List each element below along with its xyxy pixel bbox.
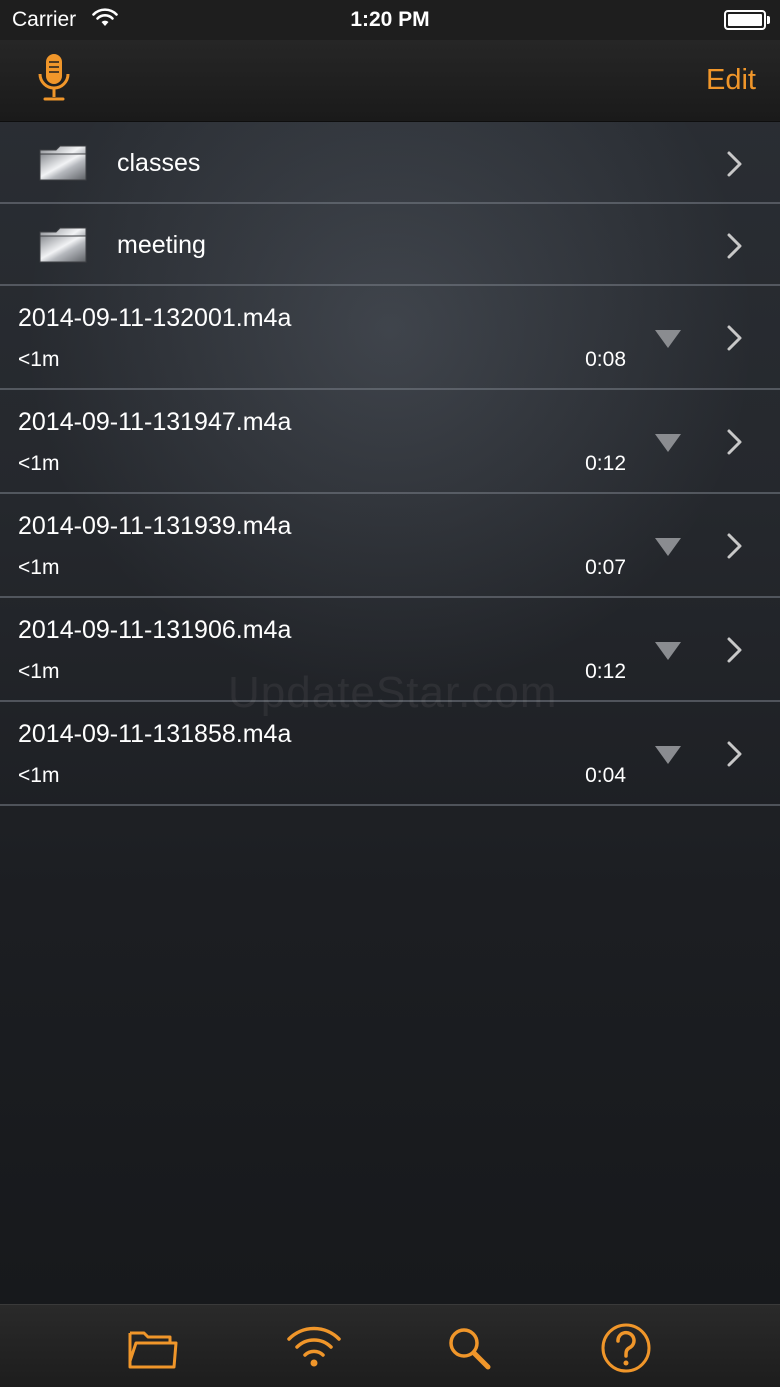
- chevron-right-icon[interactable]: [722, 231, 746, 261]
- recording-duration: 0:08: [585, 348, 626, 371]
- recording-duration: 0:07: [585, 556, 626, 579]
- recording-row[interactable]: 2014-09-11-132001.m4a <1m 0:08: [0, 286, 780, 390]
- wifi-icon[interactable]: [284, 1321, 344, 1375]
- recording-name: 2014-09-11-131906.m4a: [18, 616, 292, 644]
- recording-name: 2014-09-11-131939.m4a: [18, 512, 292, 540]
- chevron-right-icon[interactable]: [722, 149, 746, 179]
- expand-triangle-icon[interactable]: [654, 536, 682, 558]
- expand-triangle-icon[interactable]: [654, 744, 682, 766]
- chevron-right-icon[interactable]: [722, 739, 746, 769]
- folder-icon: [39, 145, 87, 181]
- expand-triangle-icon[interactable]: [654, 640, 682, 662]
- folder-name: classes: [117, 149, 201, 177]
- recording-row[interactable]: 2014-09-11-131939.m4a <1m 0:07: [0, 494, 780, 598]
- help-icon[interactable]: [596, 1321, 656, 1375]
- edit-button[interactable]: Edit: [706, 64, 756, 97]
- folder-name: meeting: [117, 231, 206, 259]
- expand-triangle-icon[interactable]: [654, 328, 682, 350]
- tab-bar: [0, 1304, 780, 1387]
- watermark-text: UpdateStar.com: [228, 668, 558, 717]
- microphone-icon[interactable]: [34, 52, 74, 104]
- status-time: 1:20 PM: [350, 8, 430, 31]
- expand-triangle-icon[interactable]: [654, 432, 682, 454]
- recording-size: <1m: [18, 348, 60, 371]
- recording-size: <1m: [18, 452, 60, 475]
- recording-duration: 0:12: [585, 452, 626, 475]
- recording-name: 2014-09-11-131858.m4a: [18, 720, 292, 748]
- recording-size: <1m: [18, 556, 60, 579]
- battery-icon: [724, 10, 770, 30]
- recording-duration: 0:04: [585, 764, 626, 787]
- folder-row-classes[interactable]: classes: [0, 122, 780, 204]
- navigation-bar: Edit: [0, 40, 780, 122]
- folder-icon[interactable]: [122, 1321, 182, 1375]
- chevron-right-icon[interactable]: [722, 427, 746, 457]
- app-screen: Carrier 1:20 PM Edit classes meeting 201…: [0, 0, 780, 1387]
- recording-duration: 0:12: [585, 660, 626, 683]
- status-bar: Carrier 1:20 PM: [0, 0, 780, 40]
- recording-size: <1m: [18, 764, 60, 787]
- recording-row[interactable]: 2014-09-11-131947.m4a <1m 0:12: [0, 390, 780, 494]
- search-icon[interactable]: [440, 1321, 500, 1375]
- chevron-right-icon[interactable]: [722, 323, 746, 353]
- chevron-right-icon[interactable]: [722, 531, 746, 561]
- chevron-right-icon[interactable]: [722, 635, 746, 665]
- folder-icon: [39, 227, 87, 263]
- folder-row-meeting[interactable]: meeting: [0, 204, 780, 286]
- recording-size: <1m: [18, 660, 60, 683]
- recording-name: 2014-09-11-131947.m4a: [18, 408, 292, 436]
- recording-name: 2014-09-11-132001.m4a: [18, 304, 292, 332]
